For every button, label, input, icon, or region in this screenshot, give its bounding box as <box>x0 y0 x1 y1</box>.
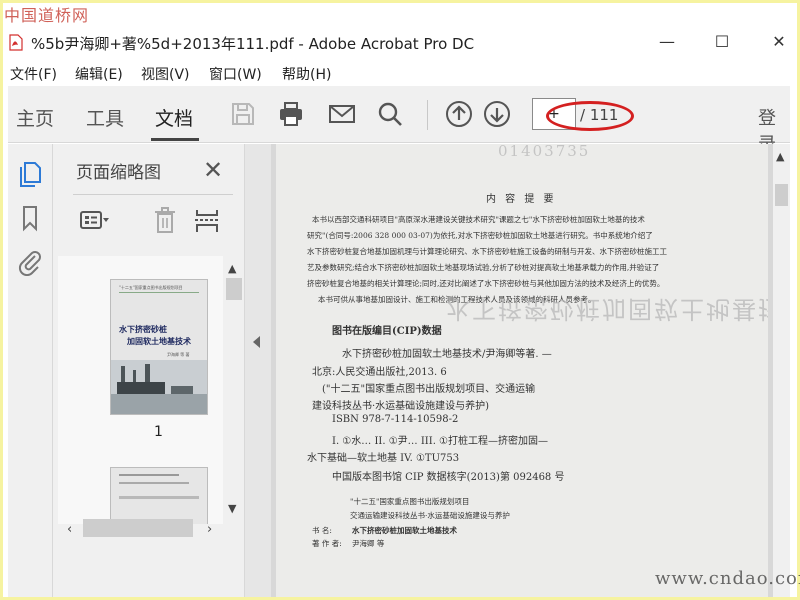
author-label: 著 作 者: <box>312 539 342 548</box>
attachment-icon[interactable] <box>16 248 44 276</box>
email-icon[interactable] <box>328 100 356 128</box>
panel-divider <box>73 194 233 195</box>
pdf-page: 01403735 内 容 提 要 本书以西部交通科研项目"高原深水港建设关键技术… <box>276 144 768 597</box>
cip-line: I. ①水… II. ①尹… III. ①打桩工程—挤密加固— <box>332 436 549 447</box>
thumb-cover-title-1: 水下挤密砂桩 <box>119 325 167 334</box>
doc-scroll-up-arrow[interactable]: ▲ <box>776 150 784 163</box>
menu-window[interactable]: 窗口(W) <box>209 64 262 84</box>
acrobat-window: %5b尹海卿+著%5d+2013年111.pdf - Adobe Acrobat… <box>3 3 797 597</box>
tab-tools[interactable]: 工具 <box>86 104 124 131</box>
cip-line: 水下挤密砂桩加固软土地基技术/尹海卿等著. — <box>342 349 552 360</box>
thumb-cover-photo <box>111 360 207 414</box>
summary-line: 艺及参数研究;结合水下挤密砂桩加固软土地基现场试验,分析了砂桩对提高软土地基承载… <box>307 263 660 272</box>
print-icon[interactable] <box>277 100 305 128</box>
main-toolbar: 主页 工具 文档 + / 111 登 <box>8 86 790 155</box>
maximize-button[interactable]: ☐ <box>710 30 734 52</box>
summary-heading: 内 容 提 要 <box>486 194 557 205</box>
page-thumbnail-2[interactable] <box>110 467 208 524</box>
highlight-ellipse <box>546 101 634 131</box>
document-scrollbar[interactable]: ▲ <box>773 144 790 597</box>
site-watermark-top: 中国道桥网 <box>4 6 90 25</box>
book-label: 书 名: <box>312 526 332 535</box>
close-window-button[interactable]: ✕ <box>767 30 791 52</box>
page-thumbnails-icon[interactable] <box>16 160 44 188</box>
page-thumbnails-panel: 页面缩略图 ✕ "十二五"国家重点图书出版规划项目 水下挤密砂桩 加固软土地基技… <box>52 144 245 597</box>
previous-page-icon[interactable] <box>445 100 473 128</box>
bleed-through-title: 水下挤密砂桩加固软土地基技术 <box>446 295 768 323</box>
isbn-line: ISBN 978-7-114-10598-2 <box>332 414 459 425</box>
thumbnail-options-icon[interactable] <box>79 206 109 234</box>
page-serial-number: 01403735 <box>498 144 591 160</box>
thumb2-line <box>119 482 189 484</box>
thumbnail-vertical-scrollbar[interactable] <box>226 278 242 300</box>
scroll-left-arrow[interactable]: ‹ <box>67 522 72 537</box>
scroll-up-arrow[interactable]: ▲ <box>228 262 236 275</box>
next-page-icon[interactable] <box>483 100 511 128</box>
delete-page-icon[interactable] <box>151 206 181 234</box>
cip-line: ("十二五"国家重点图书出版规划项目、交通运输 <box>322 384 536 395</box>
menu-view[interactable]: 视图(V) <box>141 64 190 84</box>
cip-line: 北京:人民交通出版社,2013. 6 <box>312 367 447 378</box>
page-thumbnail-1[interactable]: "十二五"国家重点图书出版规划项目 水下挤密砂桩 加固软土地基技术 尹海卿 等 … <box>110 279 208 415</box>
window-title: %5b尹海卿+著%5d+2013年111.pdf - Adobe Acrobat… <box>31 35 475 53</box>
minimize-button[interactable]: — <box>655 30 679 52</box>
save-icon[interactable] <box>229 100 257 128</box>
thumbnail-horizontal-scrollbar[interactable] <box>83 519 193 537</box>
cip-heading: 图书在版编目(CIP)数据 <box>332 326 442 337</box>
summary-line: 本书以西部交通科研项目"高原深水港建设关键技术研究"课题之七"水下挤密砂桩加固软… <box>312 215 645 224</box>
page-number-label: 1 <box>154 424 163 440</box>
series-line: 交通运输建设科技丛书·水运基础设施建设与养护 <box>350 511 510 520</box>
menu-edit[interactable]: 编辑(E) <box>75 64 123 84</box>
thumb2-line <box>119 496 199 499</box>
summary-line: 挤密砂桩复合地基的相关计算理论;同时,还对比阐述了水下挤密砂桩与其他加固方法的技… <box>307 279 665 288</box>
site-watermark-bottom: www.cndao.com <box>655 568 800 589</box>
menu-help[interactable]: 帮助(H) <box>282 64 331 84</box>
panel-collapse-strip[interactable] <box>245 144 271 597</box>
search-icon[interactable] <box>376 100 404 128</box>
thumb-cover-title-2: 加固软土地基技术 <box>127 337 191 346</box>
thumb-cover-author: 尹海卿 等 著 <box>167 352 190 357</box>
thumbnail-list: "十二五"国家重点图书出版规划项目 水下挤密砂桩 加固软土地基技术 尹海卿 等 … <box>58 256 223 524</box>
close-panel-icon[interactable]: ✕ <box>203 156 223 184</box>
extract-page-icon[interactable] <box>193 206 223 234</box>
pdf-file-icon <box>9 34 23 51</box>
menu-bar: 文件(F) 编辑(E) 视图(V) 窗口(W) 帮助(H) <box>3 60 797 86</box>
menu-file[interactable]: 文件(F) <box>10 64 57 84</box>
panel-title: 页面缩略图 <box>76 163 161 183</box>
summary-line: 水下挤密砂桩复合地基加固机理与计算理论研究、水下挤密砂桩施工设备的研制与开发、水… <box>307 247 667 256</box>
thumb2-line <box>119 474 179 476</box>
thumb-cover-header: "十二五"国家重点图书出版规划项目 <box>119 285 183 290</box>
scroll-right-arrow[interactable]: › <box>207 522 212 537</box>
tab-home[interactable]: 主页 <box>16 104 54 131</box>
cip-line: 建设科技丛书·水运基础设施建设与养护) <box>312 401 490 412</box>
tab-document[interactable]: 文档 <box>155 104 193 131</box>
navigation-rail <box>8 144 52 597</box>
document-view: 01403735 内 容 提 要 本书以西部交通科研项目"高原深水港建设关键技术… <box>271 144 773 597</box>
bookmark-icon[interactable] <box>16 204 44 232</box>
thumb-rule <box>119 292 199 293</box>
author-name: 尹海卿 等 <box>352 539 385 548</box>
cip-line: 水下基础—软土地基 IV. ①TU753 <box>307 453 460 464</box>
title-bar: %5b尹海卿+著%5d+2013年111.pdf - Adobe Acrobat… <box>3 23 797 59</box>
collapse-arrow-icon[interactable] <box>253 336 260 348</box>
scroll-down-arrow[interactable]: ▼ <box>228 502 236 515</box>
active-tab-indicator <box>151 138 199 141</box>
series-line: "十二五"国家重点图书出版规划项目 <box>350 497 470 506</box>
book-name: 水下挤密砂桩加固软土地基技术 <box>352 526 457 535</box>
cip-number-line: 中国版本图书馆 CIP 数据核字(2013)第 092468 号 <box>332 472 565 483</box>
summary-line: 研究"(合同号:2006 328 000 03-07)为依托,对水下挤密砂桩加固… <box>307 231 653 240</box>
doc-scroll-thumb[interactable] <box>775 184 788 206</box>
toolbar-divider <box>427 100 428 130</box>
